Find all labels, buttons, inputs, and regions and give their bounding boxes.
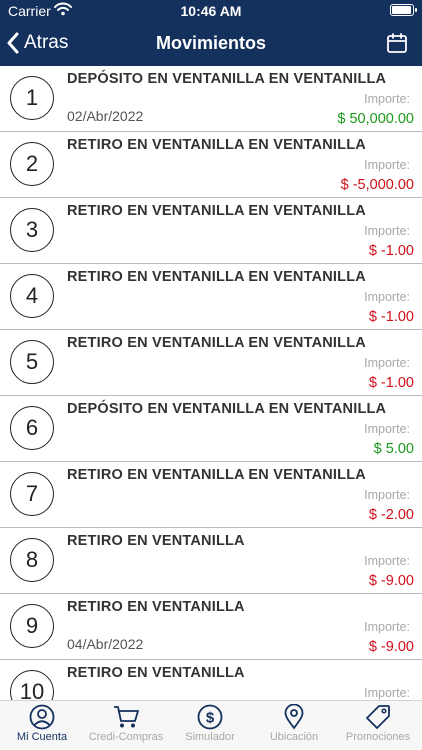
tab-label: Promociones	[345, 731, 411, 743]
amount-label: Importe:	[364, 620, 410, 634]
movement-amount: $ 5.00	[373, 441, 414, 457]
navigation-bar: Atras Movimientos	[0, 22, 422, 66]
movement-description: RETIRO EN VENTANILLA	[67, 665, 245, 681]
calendar-icon	[387, 33, 407, 53]
movement-date: 02/Abr/2022	[67, 108, 144, 124]
movement-index: 10	[10, 670, 54, 700]
movement-index: 2	[10, 142, 54, 186]
tab-label: Ubicación	[269, 731, 319, 743]
amount-label: Importe:	[364, 488, 410, 502]
movement-row[interactable]: 10 RETIRO EN VENTANILLA Importe:	[0, 660, 422, 700]
movement-description: RETIRO EN VENTANILLA EN VENTANILLA	[67, 137, 366, 153]
movement-date: 04/Abr/2022	[67, 636, 144, 652]
tag-icon	[366, 705, 390, 729]
movement-index: 4	[10, 274, 54, 318]
amount-label: Importe:	[364, 158, 410, 172]
movement-index: 9	[10, 604, 54, 648]
movement-row[interactable]: 8 RETIRO EN VENTANILLA Importe: $ -9.00	[0, 528, 422, 594]
location-pin-icon	[284, 704, 304, 730]
movement-index: 7	[10, 472, 54, 516]
movement-index: 8	[10, 538, 54, 582]
cart-icon	[114, 706, 139, 728]
tab-mi-cuenta[interactable]: Mi Cuenta	[0, 704, 84, 743]
movement-row[interactable]: 9 RETIRO EN VENTANILLA 04/Abr/2022 Impor…	[0, 594, 422, 660]
amount-label: Importe:	[364, 356, 410, 370]
movement-description: RETIRO EN VENTANILLA	[67, 533, 245, 549]
amount-label: Importe:	[364, 224, 410, 238]
movements-list[interactable]: 1 DEPÓSITO EN VENTANILLA EN VENTANILLA 0…	[0, 66, 422, 700]
movement-amount: $ -5,000.00	[340, 177, 414, 193]
calendar-button[interactable]	[386, 32, 408, 59]
movement-description: RETIRO EN VENTANILLA EN VENTANILLA	[67, 203, 366, 219]
movement-amount: $ -1.00	[368, 243, 414, 259]
chevron-left-icon	[7, 32, 19, 54]
movement-description: RETIRO EN VENTANILLA EN VENTANILLA	[67, 335, 366, 351]
movement-index: 5	[10, 340, 54, 384]
tab-ubicacion[interactable]: Ubicación	[252, 704, 336, 743]
movement-row[interactable]: 4 RETIRO EN VENTANILLA EN VENTANILLA Imp…	[0, 264, 422, 330]
movement-amount: $ -1.00	[368, 309, 414, 325]
back-button[interactable]: Atras	[6, 32, 68, 54]
user-icon	[29, 704, 55, 730]
amount-label: Importe:	[364, 422, 410, 436]
amount-label: Importe:	[364, 554, 410, 568]
movement-amount: $ -9.00	[368, 639, 414, 655]
movement-row[interactable]: 6 DEPÓSITO EN VENTANILLA EN VENTANILLA I…	[0, 396, 422, 462]
movement-description: RETIRO EN VENTANILLA EN VENTANILLA	[67, 467, 366, 483]
movement-row[interactable]: 5 RETIRO EN VENTANILLA EN VENTANILLA Imp…	[0, 330, 422, 396]
movement-index: 1	[10, 76, 54, 120]
movement-row[interactable]: 1 DEPÓSITO EN VENTANILLA EN VENTANILLA 0…	[0, 66, 422, 132]
tab-label: Simulador	[185, 731, 235, 743]
movement-index: 3	[10, 208, 54, 252]
clock: 10:46 AM	[180, 3, 242, 19]
movement-description: DEPÓSITO EN VENTANILLA EN VENTANILLA	[67, 71, 387, 87]
amount-label: Importe:	[364, 290, 410, 304]
amount-label: Importe:	[364, 686, 410, 700]
svg-text:$: $	[206, 710, 215, 727]
movement-description: RETIRO EN VENTANILLA	[67, 599, 245, 615]
movement-index: 6	[10, 406, 54, 450]
tab-bar: Mi Cuenta Credi-Compras $ Simulador Ubic…	[0, 700, 422, 750]
movement-description: DEPÓSITO EN VENTANILLA EN VENTANILLA	[67, 401, 387, 417]
amount-label: Importe:	[364, 92, 410, 106]
movement-amount: $ -1.00	[368, 375, 414, 391]
movement-amount: $ -2.00	[368, 507, 414, 523]
movement-description: RETIRO EN VENTANILLA EN VENTANILLA	[67, 269, 366, 285]
dollar-icon: $	[197, 704, 223, 730]
movement-row[interactable]: 7 RETIRO EN VENTANILLA EN VENTANILLA Imp…	[0, 462, 422, 528]
movement-row[interactable]: 2 RETIRO EN VENTANILLA EN VENTANILLA Imp…	[0, 132, 422, 198]
back-label: Atras	[24, 32, 69, 53]
movement-row[interactable]: 3 RETIRO EN VENTANILLA EN VENTANILLA Imp…	[0, 198, 422, 264]
status-bar: Carrier 10:46 AM	[0, 0, 422, 22]
movement-amount: $ -9.00	[368, 573, 414, 589]
movement-amount: $ 50,000.00	[337, 111, 414, 127]
battery-icon	[390, 4, 417, 16]
tab-label: Credi-Compras	[88, 731, 164, 743]
tab-simulador[interactable]: $ Simulador	[168, 704, 252, 743]
tab-label: Mi Cuenta	[16, 731, 68, 743]
tab-promociones[interactable]: Promociones	[336, 704, 420, 743]
tab-credi-compras[interactable]: Credi-Compras	[84, 704, 168, 743]
